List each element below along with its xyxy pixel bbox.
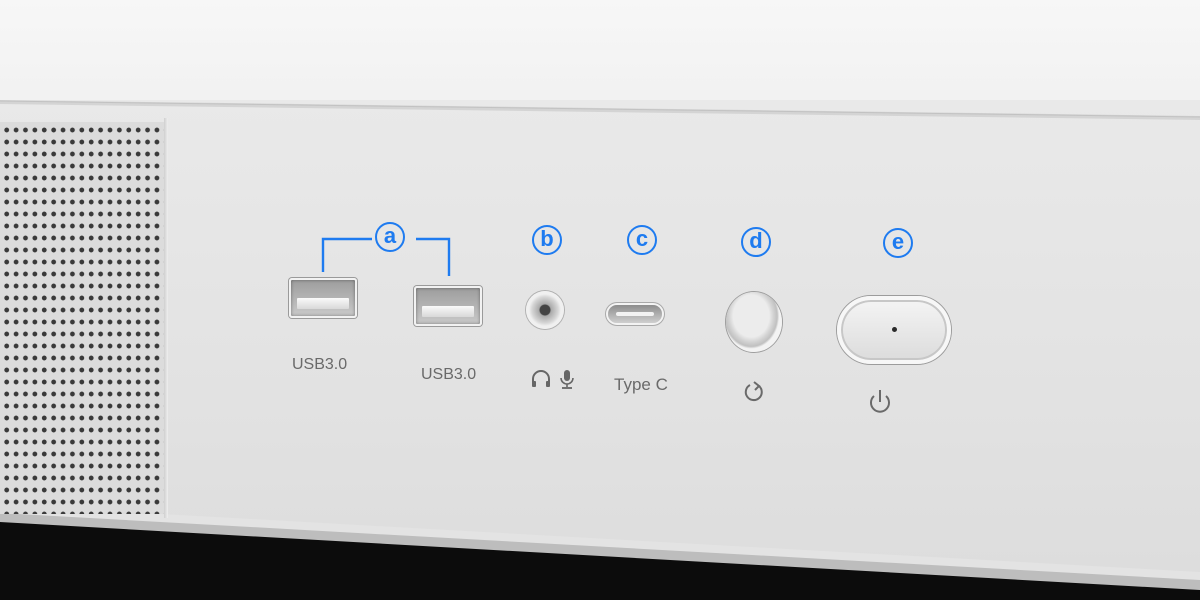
- usb-right-label: USB3.0: [421, 366, 477, 383]
- callout-e: e: [883, 228, 913, 258]
- callout-d: d: [741, 227, 771, 257]
- type-c-port[interactable]: [608, 305, 662, 323]
- callout-a: a: [375, 222, 405, 252]
- power-icon: [870, 390, 890, 413]
- type-c-label: Type C: [614, 375, 668, 394]
- headphone-icon: [532, 370, 550, 387]
- usb-tongue: [297, 298, 349, 309]
- usb-port-right[interactable]: [414, 286, 482, 326]
- reset-button[interactable]: [726, 292, 782, 352]
- callout-b: b: [532, 225, 562, 255]
- callout-c: c: [627, 225, 657, 255]
- callout-a-bracket: [321, 237, 451, 276]
- usb-port-left[interactable]: [289, 278, 357, 318]
- audio-jack[interactable]: [526, 291, 564, 329]
- power-button[interactable]: [837, 296, 951, 364]
- type-c-tongue: [616, 312, 654, 316]
- microphone-icon: [560, 370, 574, 389]
- reset-arrow-icon: [744, 381, 763, 402]
- usb-left-label: USB3.0: [292, 356, 348, 373]
- power-led: [892, 327, 897, 332]
- usb-tongue: [422, 306, 474, 317]
